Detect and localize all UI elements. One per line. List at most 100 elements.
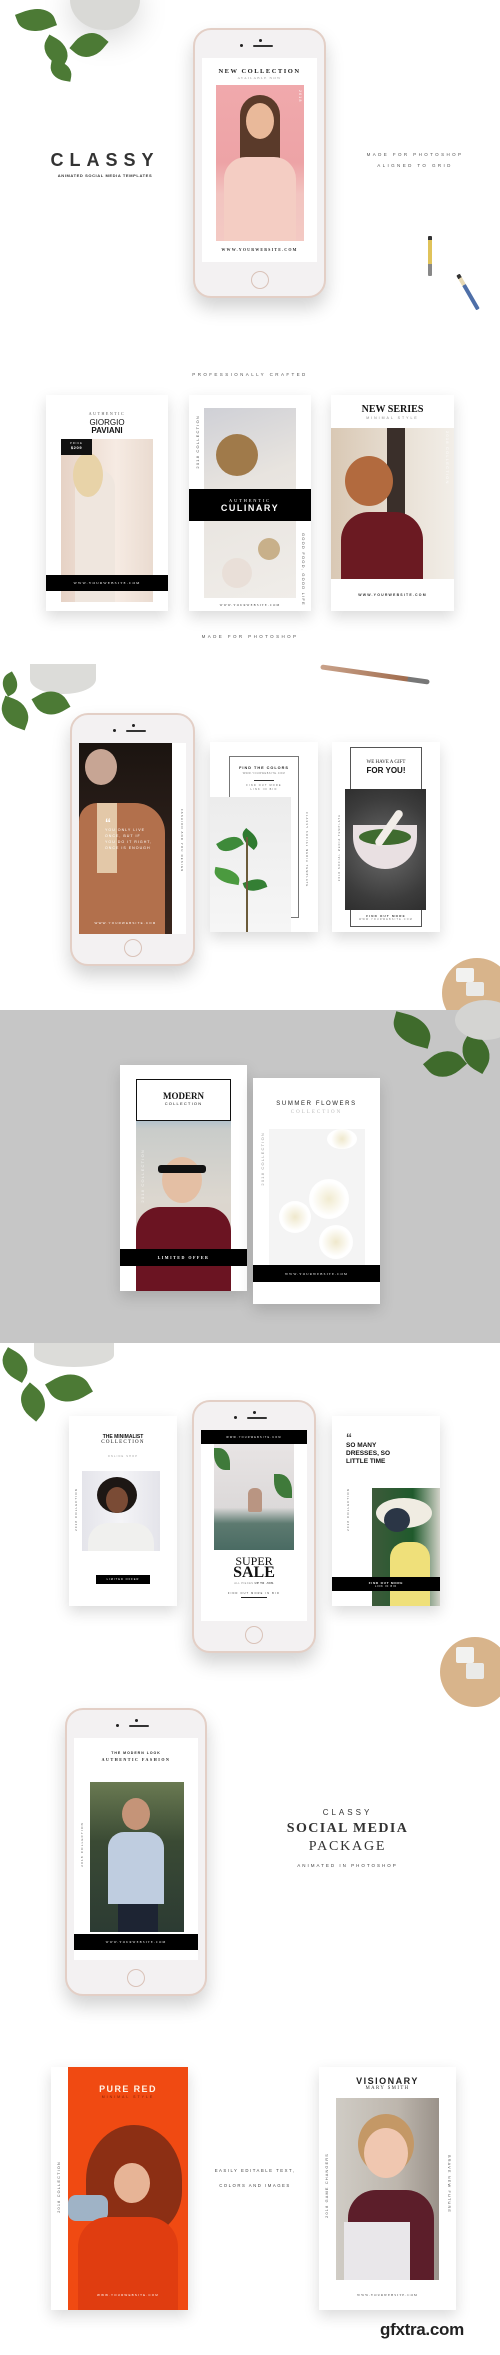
leaf-icon [0,695,34,731]
card-title-line1: WE HAVE A GIFT [366,760,406,765]
plant-pot-decoration [455,1000,500,1040]
side-text: 2018 COLLECTION [140,1149,145,1203]
leaf-icon [14,2,58,38]
screen-title: NEW COLLECTION [218,68,301,75]
website-url[interactable]: WWW.YOURWEBSITE.COM [202,247,317,252]
template-card-summer-flowers: SUMMER FLOWERS COLLECTION 2018 COLLECTIO… [253,1078,380,1304]
side-text: 2018 COLLECTION [57,2161,61,2213]
brand-title: CLASSY [50,150,160,170]
leaf-icon [0,1347,34,1383]
card-title: MODERN [163,1091,204,1101]
limited-offer-button[interactable]: LIMITED OFFER [96,1575,150,1584]
feature-item: ALIGNED TO GRID [377,163,453,168]
card-subtitle: MINIMAL STYLE [366,416,419,420]
section-caption: MADE FOR PHOTOSHOP [201,634,299,639]
phone-mockup: WWW.YOURWEBSITE.COM SUPER SALE ALL PIECE… [192,1400,316,1653]
card-title: PURE RED [99,2084,157,2094]
url-bar: WWW.YOURWEBSITE.COM [74,1934,198,1950]
screen-subtitle: AVAILABLE NOW [237,76,282,80]
button-label: LIMITED OFFER [106,1578,140,1581]
website-url[interactable]: WWW.YOURWEBSITE.COM [226,1436,281,1439]
website-url[interactable]: WWW.YOURWEBSITE.COM [319,2293,456,2297]
template-card-gift: WE HAVE A GIFT FOR YOU! FIND OUT MORE WW… [332,742,440,932]
headline-kicker: CLASSY [322,1808,373,1817]
card-subtitle: COLLECTION [164,1101,203,1106]
sale-subtitle-highlight: UP TO -50% [254,1582,274,1585]
website-url[interactable]: WWW.YOURWEBSITE.COM [332,918,440,921]
side-text: 2018 SOCIAL MEDIA TEMPLATE [338,814,341,882]
cta-line2[interactable]: LINK IN BIO [229,788,299,791]
website-url[interactable]: WWW.YOURWEBSITE.COM [73,581,140,585]
quote-block: “ SO MANY DRESSES, SO LITTLE TIME [346,1432,391,1466]
template-card-modern: MODERN COLLECTION 2018 COLLECTION LIMITE… [120,1065,247,1291]
quote-line: LITTLE TIME [346,1458,386,1465]
sale-subtitle-prefix: ALL PIECES [234,1582,254,1585]
template-card-visionary: VISIONARY MARY SMITH 2018 GAME CHANGERS … [319,2067,456,2310]
leaf-icon [48,60,74,82]
side-text: 2018 COLLECTION [260,1132,265,1186]
side-text: 2018 COLLECTION [346,1488,350,1531]
template-card-find-colors: FIND THE COLORS WWW.YOURWEBSITE.COM FIND… [210,742,318,932]
quote-line: SO MANY [346,1442,377,1449]
section-quote-templates: “ YOU ONLY LIVE ONCE, BUT IF YOU DO IT R… [0,660,500,1028]
website-url[interactable]: WWW.YOURWEBSITE.COM [285,1272,348,1276]
website-url[interactable]: WWW.YOURWEBSITE.COM [331,593,454,597]
woman-window-photo [331,428,454,579]
leaf-icon [422,1042,468,1086]
screen-title: AUTHENTIC FASHION [101,1757,171,1762]
editable-caption: EASILY EDITABLE TEXT, COLORS AND IMAGES [200,2168,310,2188]
watermark-text: gfxtra.com [380,2320,464,2339]
card-title: FIND THE COLORS [239,766,289,770]
price-value: $209 [70,445,83,450]
offer-banner[interactable]: LIMITED OFFER [120,1249,247,1266]
caption-line: COLORS AND IMAGES [219,2183,291,2188]
sale-title-line2: SALE [233,1564,275,1581]
phone-mockup: “ YOU ONLY LIVE ONCE, BUT IF YOU DO IT R… [70,713,195,966]
feature-list: MADE FOR PHOTOSHOP ALIGNED TO GRID [360,152,470,168]
card-subtitle: COLLECTION [290,1110,343,1115]
website-url[interactable]: WWW.YOURWEBSITE.COM [229,772,299,775]
url-bar: WWW.YOURWEBSITE.COM [46,575,168,591]
caption-line: EASILY EDITABLE TEXT, [214,2168,296,2173]
cta-text[interactable]: FIND OUT MORE IN BIO [201,1592,307,1595]
pencil-decoration [456,273,480,311]
cta-line1[interactable]: FIND OUT MORE [229,784,299,787]
pen-decoration [320,664,430,685]
website-url[interactable]: WWW.YOURWEBSITE.COM [106,1940,167,1944]
url-bar: WWW.YOURWEBSITE.COM [201,1430,307,1444]
brand-tagline: ANIMATED SOCIAL MEDIA TEMPLATES [57,173,153,178]
curly-hair-woman-photo [82,1471,160,1551]
side-text: CLASSY SOCIAL MEDIA TEMPLATE [305,812,308,888]
plant-pot-decoration [34,1343,114,1367]
website-url[interactable]: WWW.YOURWEBSITE.COM [68,2293,188,2297]
feature-item: MADE FOR PHOTOSHOP [366,152,464,157]
cta-bar[interactable]: FIND OUT MORE LINK IN BIO [332,1577,440,1591]
card-title-line2: COLLECTION [101,1440,145,1445]
phone-mockup: NEW COLLECTION AVAILABLE NOW 2018 WWW.YO… [193,28,326,298]
leaf-icon [0,671,22,697]
screen-kicker: THE MODERN LOOK [111,1751,161,1755]
section-super-sale: THE MINIMALIST COLLECTION ONLINE SHOP 20… [0,1343,500,1707]
quote-line: DRESSES, SO [346,1450,391,1457]
template-card-minimalist: THE MINIMALIST COLLECTION ONLINE SHOP 20… [69,1416,177,1606]
price-tag: PRICE $209 [61,439,92,455]
pencil-decoration [428,236,432,276]
card-title: CULINARY [220,502,280,513]
home-button [127,1969,145,1987]
mortar-pestle-photo [345,789,426,910]
banner-text: LIMITED OFFER [157,1255,210,1260]
website-url[interactable]: WWW.YOURWEBSITE.COM [189,603,311,607]
template-card-giorgio: AUTHENTIC GIORGIO PAVIANI PRICE $209 WWW… [46,395,168,611]
website-url[interactable]: WWW.YOURWEBSITE.COM [79,921,172,925]
plant-photo [210,797,291,932]
headline-line2: PACKAGE [308,1839,387,1854]
template-card-culinary: 2018 COLLECTION GOOD FOOD, GOOD LIFE AUT… [189,395,311,611]
headline-line1: SOCIAL MEDIA [286,1821,409,1836]
side-text: 2018 [298,90,302,103]
greenhouse-photo [214,1444,294,1550]
cta-line2: LINK IN BIO [375,1584,397,1588]
quote-line: ONCE IS ENOUGH [105,846,151,850]
section-caption: PROFESSIONALLY CRAFTED [192,372,308,377]
card-title-line2: FOR YOU! [366,766,406,775]
side-text-left: 2018 GAME CHANGERS [325,2153,329,2218]
